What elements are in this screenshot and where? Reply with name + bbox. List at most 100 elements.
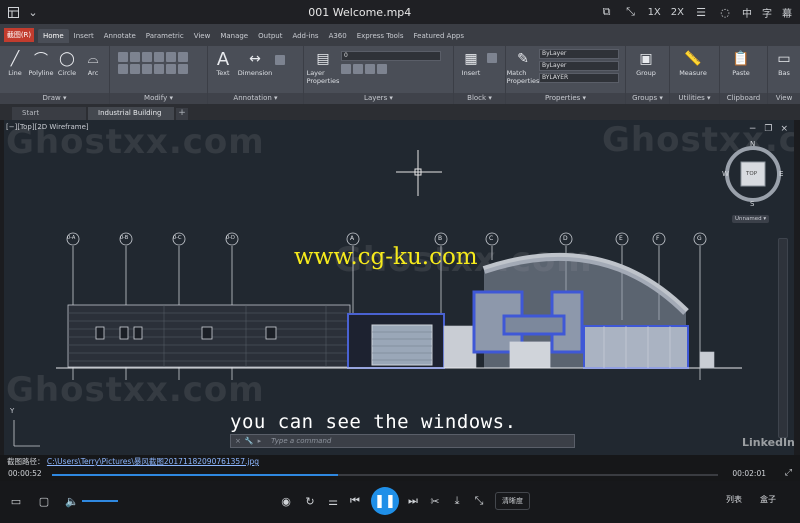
loop-icon[interactable]: ↻ (302, 493, 318, 509)
tab-featured-apps[interactable]: Featured Apps (409, 29, 469, 43)
panel-draw-label[interactable]: Draw ▾ (0, 93, 109, 104)
command-line[interactable]: × 🔧 ▸ Type a command (230, 434, 575, 448)
tab-express-tools[interactable]: Express Tools (352, 29, 409, 43)
folder-icon[interactable]: ▢ (36, 493, 52, 509)
speed-2x-button[interactable]: 2X (671, 7, 684, 18)
pause-button[interactable]: ❚❚ (371, 487, 399, 515)
lang-zi-button[interactable]: 字 (762, 5, 772, 20)
chevron-down-icon[interactable]: ⌄ (26, 5, 40, 19)
layer-off-icon[interactable] (341, 64, 351, 74)
command-prompt-icon[interactable]: ▸ (258, 437, 262, 445)
array-icon[interactable] (166, 64, 176, 74)
share-icon[interactable]: ⧉ (600, 5, 614, 19)
brush-icon: ✎ (517, 51, 529, 67)
panel-clipboard-label[interactable]: Clipboard (720, 93, 767, 104)
tab-insert[interactable]: Insert (69, 29, 99, 43)
match-properties-tool[interactable]: ✎ Match Properties (507, 49, 540, 85)
group-tool[interactable]: ▣ Group (629, 49, 663, 77)
fillet-icon[interactable] (118, 64, 128, 74)
seek-track[interactable] (52, 474, 718, 476)
erase-icon[interactable] (154, 52, 164, 62)
layer-match-icon[interactable] (377, 64, 387, 74)
dimension-tool[interactable]: ↔ Dimension (237, 49, 273, 77)
lang-mu-button[interactable]: 幕 (782, 5, 792, 20)
arc-tool[interactable]: ⌓ Arc (81, 49, 105, 77)
new-tab-button[interactable]: + (176, 108, 188, 120)
layer-lock-icon[interactable] (365, 64, 375, 74)
circle-tool[interactable]: ◯ Circle (55, 49, 79, 77)
playlist-button[interactable]: 列表 (726, 494, 742, 505)
autocad-logo[interactable]: 截图(R) (4, 28, 34, 42)
cut-icon[interactable]: ✂ (427, 493, 443, 509)
move-icon[interactable] (118, 52, 128, 62)
panel-properties-label[interactable]: Properties ▾ (506, 93, 625, 104)
tab-annotate[interactable]: Annotate (99, 29, 141, 43)
close-command-icon[interactable]: × (235, 437, 241, 445)
copy-icon[interactable] (166, 52, 176, 62)
tab-output[interactable]: Output (253, 29, 287, 43)
panel-block-label[interactable]: Block ▾ (454, 93, 505, 104)
box-button[interactable]: 盒子 (760, 494, 776, 505)
open-file-icon[interactable]: ▭ (8, 493, 24, 509)
shrink-icon[interactable]: ⤡ (624, 5, 638, 19)
layer-properties-tool[interactable]: ▤ Layer Properties (307, 49, 340, 85)
color-dropdown[interactable]: ByLayer (539, 49, 619, 59)
polyline-tool[interactable]: ⌒ Polyline (28, 49, 53, 77)
command-input[interactable]: Type a command (271, 437, 331, 445)
tab-parametric[interactable]: Parametric (141, 29, 189, 43)
volume-icon[interactable]: 🔈 (64, 493, 80, 509)
panel-layers-label[interactable]: Layers ▾ (304, 93, 453, 104)
tab-add-ins[interactable]: Add-ins (287, 29, 323, 43)
text-tool[interactable]: A Text (211, 49, 235, 78)
ribbon-tab-row: 截图(R) Home Insert Annotate Parametric Vi… (0, 24, 800, 46)
linetype-dropdown[interactable]: ByLayer (539, 61, 619, 71)
layer-dropdown[interactable]: 0 (341, 51, 441, 61)
quality-button[interactable]: 清晰度 (495, 492, 530, 510)
drawing-canvas[interactable]: [−][Top][2D Wireframe] − ❐ × Ghostxx.com… (4, 120, 794, 455)
panel-properties: ✎ Match Properties ByLayer ByLayer BYLAYE… (506, 46, 626, 104)
eye-icon[interactable]: ◉ (278, 493, 294, 509)
insert-tool[interactable]: ▦ Insert (457, 49, 485, 77)
download-icon[interactable]: ⤓ (449, 493, 465, 509)
offset-icon[interactable] (178, 64, 188, 74)
tab-view[interactable]: View (189, 29, 216, 43)
tab-a360[interactable]: A360 (324, 29, 352, 43)
list-icon[interactable]: ☰ (694, 5, 708, 19)
mirror-icon[interactable] (178, 52, 188, 62)
block-create-icon[interactable] (487, 53, 497, 63)
progress-bar: 00:00:52 00:02:01 ⤢ (0, 468, 800, 481)
rotate-icon[interactable] (130, 52, 140, 62)
next-icon[interactable]: ⏭ (405, 493, 421, 509)
lang-zhong-button[interactable]: 中 (742, 5, 752, 20)
volume-slider[interactable] (82, 500, 118, 502)
path-link[interactable]: C:\Users\Terry\Pictures\暴风截图201711820907… (47, 457, 259, 466)
trim-icon[interactable] (142, 52, 152, 62)
wrench-icon[interactable]: 🔧 (245, 437, 254, 445)
layer-freeze-icon[interactable] (353, 64, 363, 74)
explode-icon[interactable] (130, 64, 140, 74)
tab-manage[interactable]: Manage (215, 29, 253, 43)
panel-modify-label[interactable]: Modify ▾ (110, 93, 207, 104)
leader-icon[interactable] (275, 55, 285, 65)
base-tool[interactable]: ▭ Bas (771, 49, 797, 77)
previous-icon[interactable]: ⏮ (347, 493, 363, 509)
panel-view-label[interactable]: View (768, 93, 800, 104)
menu-icon[interactable] (6, 5, 20, 19)
lineweight-dropdown[interactable]: BYLAYER (539, 73, 619, 83)
scale-icon[interactable] (154, 64, 164, 74)
bulb-icon[interactable]: ◌ (718, 5, 732, 19)
paste-tool[interactable]: 📋 Paste (723, 49, 759, 77)
equalizer-icon[interactable]: ⚌ (325, 493, 341, 509)
tab-start[interactable]: Start (12, 107, 86, 120)
measure-tool[interactable]: 📏 Measure (673, 49, 713, 77)
tab-home[interactable]: Home (38, 29, 69, 43)
panel-groups-label[interactable]: Groups ▾ (626, 93, 669, 104)
line-tool[interactable]: ╱ Line (3, 49, 27, 77)
speed-1x-button[interactable]: 1X (648, 7, 661, 18)
fullscreen-icon[interactable]: ⤢ (785, 468, 792, 478)
tab-industrial-building[interactable]: Industrial Building × (88, 107, 174, 130)
panel-annotation-label[interactable]: Annotation ▾ (208, 93, 303, 104)
stretch-icon[interactable] (142, 64, 152, 74)
shrink-window-icon[interactable]: ⤡ (471, 493, 487, 509)
panel-utilities-label[interactable]: Utilities ▾ (670, 93, 719, 104)
